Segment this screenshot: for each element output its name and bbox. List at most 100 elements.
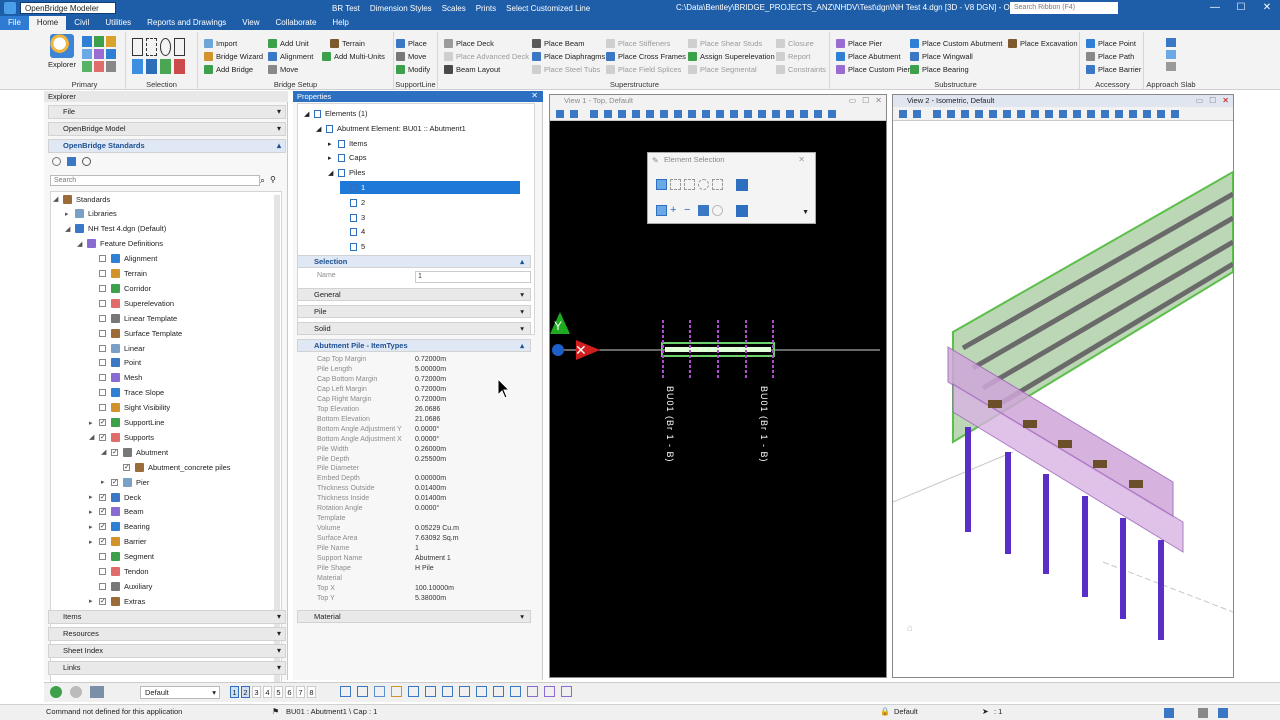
place-custom-abutment-button[interactable]: Place Custom Abutment: [910, 37, 1002, 49]
tab-utilities[interactable]: Utilities: [97, 16, 139, 30]
tool-icon[interactable]: [94, 36, 104, 47]
constraints-button[interactable]: Constraints: [776, 63, 826, 75]
maximize-icon[interactable]: ☐: [862, 96, 869, 105]
tree-item[interactable]: ◢ NH Test 4.dgn (Default): [65, 222, 166, 236]
lock-icon[interactable]: 🔒: [880, 705, 890, 719]
explorer-button[interactable]: Explorer: [48, 34, 76, 69]
property-tree-item[interactable]: ▸ Caps: [328, 151, 367, 164]
add-bridge-button[interactable]: Add Bridge: [204, 63, 253, 75]
tree-item[interactable]: ▸ ✓ Beam: [89, 505, 144, 519]
place-deck-button[interactable]: Place Deck: [444, 37, 494, 49]
tab-civil[interactable]: Civil: [66, 16, 97, 30]
clear-mode-icon[interactable]: [712, 205, 723, 216]
ribbon-search-input[interactable]: Search Ribbon (F4): [1010, 2, 1118, 14]
tree-item[interactable]: Tendon: [89, 565, 149, 579]
select-tool-icon[interactable]: [160, 58, 171, 74]
tree-item[interactable]: Sight Visibility: [89, 401, 170, 415]
select-arrow-icon[interactable]: [132, 38, 143, 56]
view-number-button[interactable]: 7: [296, 686, 305, 698]
supportline-move-button[interactable]: Move: [396, 50, 426, 62]
tree-item[interactable]: ◢ ✓ Supports: [89, 430, 154, 444]
place-cross-frames-button[interactable]: Place Cross Frames: [606, 50, 686, 62]
add-multi-units-button[interactable]: Add Multi-Units: [322, 50, 385, 62]
property-tree-item[interactable]: 1: [340, 181, 520, 194]
expander-icon[interactable]: ▸: [89, 493, 97, 501]
clear-selection-icon[interactable]: [736, 179, 748, 191]
qat-item-4[interactable]: Select Customized Line: [506, 4, 590, 13]
expander-icon[interactable]: ◢: [53, 195, 61, 203]
tree-item[interactable]: ◢ ✓ Abutment: [101, 445, 168, 459]
place-excavation-button[interactable]: Place Excavation: [1008, 37, 1078, 49]
expander-icon[interactable]: ▸: [89, 419, 97, 427]
property-value[interactable]: 1: [415, 544, 419, 554]
qat-item-1[interactable]: Dimension Styles: [370, 4, 432, 13]
visibility-checkbox[interactable]: ✓: [111, 448, 118, 456]
property-value[interactable]: 0.25500m: [415, 455, 446, 465]
tool-icon[interactable]: [82, 61, 92, 72]
shape-select-icon[interactable]: [684, 179, 695, 190]
property-value[interactable]: 0.0000°: [415, 435, 439, 445]
visibility-checkbox[interactable]: [99, 284, 106, 292]
expander-icon[interactable]: ◢: [77, 240, 85, 248]
snap-mode-icon[interactable]: [374, 686, 385, 697]
property-value[interactable]: 0.26000m: [415, 445, 446, 455]
refresh-icon[interactable]: [52, 157, 61, 166]
visibility-checkbox[interactable]: [99, 582, 106, 590]
maximize-icon[interactable]: ☐: [1209, 96, 1216, 105]
view-number-button[interactable]: 5: [274, 686, 283, 698]
property-tree-item[interactable]: 2: [340, 196, 365, 209]
expander-icon[interactable]: ◢: [316, 123, 326, 136]
select-all-icon[interactable]: [736, 205, 748, 217]
visibility-checkbox[interactable]: ✓: [111, 478, 118, 486]
visibility-checkbox[interactable]: [99, 359, 106, 367]
view-2[interactable]: View 2 - Isometric, Default ▭ ☐ ✕ ⌂: [892, 94, 1234, 678]
tab-collaborate[interactable]: Collaborate: [267, 16, 324, 30]
search-icon[interactable]: [82, 157, 91, 166]
visibility-checkbox[interactable]: ✓: [123, 463, 130, 471]
place-wingwall-button[interactable]: Place Wingwall: [910, 50, 973, 62]
place-pier-button[interactable]: Place Pier: [836, 37, 882, 49]
expander-icon[interactable]: ◢: [328, 167, 338, 180]
place-advanced-deck-button[interactable]: Place Advanced Deck: [444, 50, 529, 62]
close-icon[interactable]: ✕: [875, 96, 882, 105]
property-tree-item[interactable]: 5: [340, 240, 365, 253]
property-tree-item[interactable]: ◢ Abutment Element: BU01 :: Abutment1: [316, 122, 466, 135]
explorer-section-standards[interactable]: OpenBridge Standards ▴: [48, 139, 286, 153]
visibility-checkbox[interactable]: [99, 270, 106, 277]
tree-item[interactable]: ▸ Libraries: [65, 207, 117, 221]
visibility-checkbox[interactable]: ✓: [99, 433, 106, 441]
tab-reports[interactable]: Reports and Drawings: [139, 16, 234, 30]
explorer-section-sheet-index[interactable]: Sheet Index ▾: [48, 644, 286, 658]
beam-layout-button[interactable]: Beam Layout: [444, 63, 500, 75]
explorer-section-links[interactable]: Links ▾: [48, 661, 286, 675]
place-barrier-button[interactable]: Place Barrier: [1086, 63, 1141, 75]
place-shear-studs-button[interactable]: Place Shear Studs: [688, 37, 762, 49]
explorer-section-model[interactable]: OpenBridge Model ▾: [48, 122, 286, 136]
expander-icon[interactable]: ▸: [89, 508, 97, 516]
filter-icon[interactable]: ⚲: [270, 175, 276, 184]
snap-mode-icon[interactable]: [425, 686, 436, 697]
view-cube-icon[interactable]: ⌂: [907, 623, 913, 634]
invert-mode-icon[interactable]: [698, 205, 709, 216]
property-value[interactable]: 21.0686: [415, 415, 440, 425]
place-path-button[interactable]: Place Path: [1086, 50, 1134, 62]
visibility-checkbox[interactable]: ✓: [99, 538, 106, 546]
tree-item[interactable]: ◢ Feature Definitions: [77, 237, 163, 251]
level-dropdown[interactable]: Default ▾: [140, 686, 220, 699]
visibility-checkbox[interactable]: ✓: [99, 419, 106, 426]
property-value[interactable]: 0.0000°: [415, 425, 439, 435]
tab-home[interactable]: Home: [28, 16, 67, 30]
view-number-button[interactable]: 3: [252, 686, 261, 698]
individual-select-icon[interactable]: [656, 179, 667, 190]
workflow-selector[interactable]: OpenBridge Modeler: [20, 2, 116, 14]
tree-item[interactable]: Segment: [89, 550, 154, 564]
property-value[interactable]: 0.01400m: [415, 494, 446, 504]
settings-icon[interactable]: [1198, 708, 1208, 718]
select-tool-icon[interactable]: [132, 58, 143, 74]
snap-mode-icon[interactable]: [340, 686, 351, 697]
property-value[interactable]: 0.01400m: [415, 484, 446, 494]
tree-item[interactable]: Point: [89, 356, 141, 370]
visibility-checkbox[interactable]: ✓: [99, 597, 106, 605]
snap-mode-icon[interactable]: [476, 686, 487, 697]
expander-icon[interactable]: ▸: [65, 210, 73, 218]
